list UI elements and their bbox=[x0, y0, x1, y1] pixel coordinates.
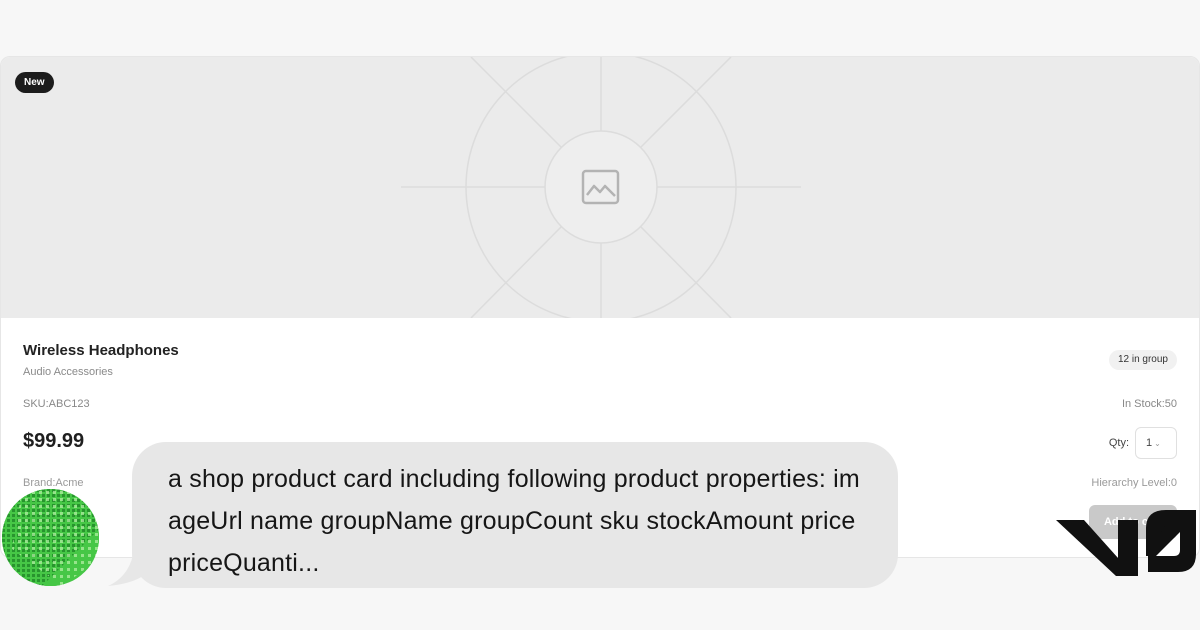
quantity-select[interactable]: 1 ⌄ bbox=[1135, 427, 1177, 459]
avatar bbox=[2, 489, 99, 586]
hierarchy-level: Hierarchy Level:0 bbox=[1091, 477, 1177, 489]
product-price: $99.99 bbox=[23, 430, 85, 452]
quantity-label: Qty: bbox=[1108, 437, 1129, 449]
chat-message: a shop product card including following … bbox=[132, 442, 898, 588]
chevron-down-icon: ⌄ bbox=[1154, 439, 1161, 448]
product-image-placeholder: New bbox=[1, 57, 1199, 318]
image-icon bbox=[581, 169, 620, 205]
quantity-value: 1 bbox=[1146, 437, 1153, 449]
new-badge: New bbox=[15, 72, 54, 93]
product-sku: SKU:ABC123 bbox=[23, 398, 90, 410]
product-name: Wireless Headphones bbox=[23, 342, 179, 359]
stock-amount: In Stock:50 bbox=[1121, 398, 1177, 410]
stage: New Wireless Headphones Audio Accessorie… bbox=[0, 0, 1200, 630]
avatar-pattern bbox=[2, 489, 99, 586]
group-count-badge: 12 in group bbox=[1108, 350, 1177, 370]
product-group-name: Audio Accessories bbox=[23, 366, 113, 378]
v0-logo bbox=[1056, 510, 1196, 576]
product-brand: Brand:Acme bbox=[23, 477, 84, 489]
